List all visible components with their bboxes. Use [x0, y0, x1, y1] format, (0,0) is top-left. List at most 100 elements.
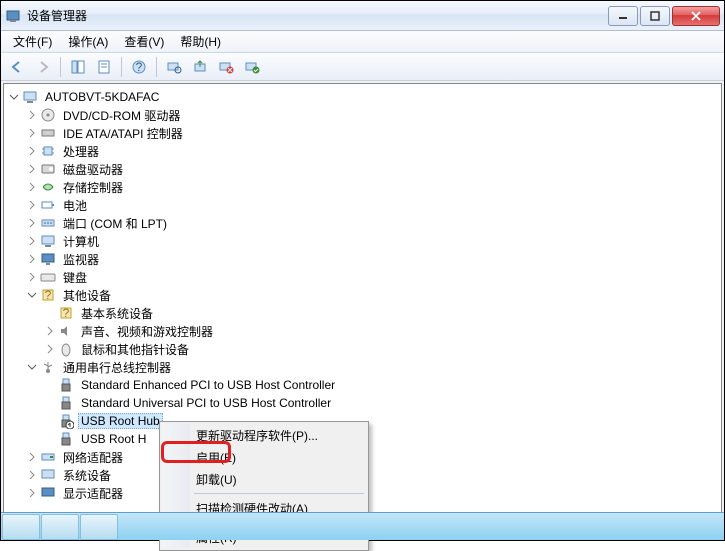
expander-icon[interactable] — [42, 377, 58, 393]
tree-row[interactable]: 通用串行总线控制器 — [6, 358, 719, 376]
svg-text:?: ? — [63, 306, 70, 320]
tree-label: 端口 (COM 和 LPT) — [60, 214, 170, 233]
menu-file[interactable]: 文件(F) — [5, 31, 60, 52]
svg-text:?: ? — [45, 288, 52, 302]
tree-label: IDE ATA/ATAPI 控制器 — [60, 124, 186, 143]
device-manager-window: 设备管理器 文件(F) 操作(A) 查看(V) 帮助(H) ? AUTOBVT-… — [0, 0, 725, 541]
expander-icon[interactable] — [24, 449, 40, 465]
minimize-button[interactable] — [608, 6, 638, 26]
expander-icon[interactable] — [24, 215, 40, 231]
tree-row[interactable]: 鼠标和其他指针设备 — [6, 340, 719, 358]
tree-label: 基本系统设备 — [78, 304, 156, 323]
tree-row[interactable]: 处理器 — [6, 142, 719, 160]
tree-row[interactable]: ? 其他设备 — [6, 286, 719, 304]
expander-icon[interactable] — [6, 89, 22, 105]
context-menu-item[interactable]: 卸载(U) — [162, 468, 366, 490]
tree-row[interactable]: 声音、视频和游戏控制器 — [6, 322, 719, 340]
tree-row[interactable]: 存储控制器 — [6, 178, 719, 196]
window-controls — [608, 6, 720, 26]
taskbar-item[interactable] — [41, 514, 79, 540]
device-icon — [40, 197, 56, 213]
back-button[interactable] — [5, 55, 29, 79]
close-button[interactable] — [672, 6, 720, 26]
tree-label: 显示适配器 — [60, 484, 126, 503]
device-icon — [40, 107, 56, 123]
uninstall-button[interactable] — [214, 55, 238, 79]
device-icon — [22, 89, 38, 105]
expander-icon[interactable] — [24, 197, 40, 213]
expander-icon[interactable] — [42, 341, 58, 357]
titlebar: 设备管理器 — [1, 1, 724, 31]
expander-icon[interactable] — [42, 413, 58, 429]
expander-icon[interactable] — [42, 323, 58, 339]
expander-icon[interactable] — [24, 161, 40, 177]
tree-row[interactable]: AUTOBVT-5KDAFAC — [6, 88, 719, 106]
device-icon — [40, 233, 56, 249]
context-menu-item[interactable]: 启用(E) — [162, 446, 366, 468]
help-button[interactable]: ? — [127, 55, 151, 79]
tree-label: Standard Enhanced PCI to USB Host Contro… — [78, 377, 338, 393]
expander-icon[interactable] — [24, 143, 40, 159]
expander-icon[interactable] — [42, 395, 58, 411]
device-icon — [40, 467, 56, 483]
tree-label: 磁盘驱动器 — [60, 160, 126, 179]
device-icon — [40, 485, 56, 501]
device-icon — [58, 341, 74, 357]
show-hide-tree-button[interactable] — [66, 55, 90, 79]
expander-icon[interactable] — [24, 125, 40, 141]
app-icon — [5, 8, 21, 24]
expander-icon[interactable] — [42, 431, 58, 447]
menu-action[interactable]: 操作(A) — [60, 31, 116, 52]
tree-row[interactable]: ? 基本系统设备 — [6, 304, 719, 322]
expander-icon[interactable] — [24, 467, 40, 483]
toolbar: ? — [1, 53, 724, 81]
toolbar-separator — [156, 57, 157, 77]
tree-row[interactable]: DVD/CD-ROM 驱动器 — [6, 106, 719, 124]
taskbar-item[interactable] — [80, 514, 118, 540]
toolbar-separator — [60, 57, 61, 77]
expander-icon[interactable] — [24, 269, 40, 285]
tree-row[interactable]: 磁盘驱动器 — [6, 160, 719, 178]
tree-label: 监视器 — [60, 250, 102, 269]
expander-icon[interactable] — [24, 233, 40, 249]
expander-icon[interactable] — [42, 305, 58, 321]
expander-icon[interactable] — [24, 179, 40, 195]
enable-button[interactable] — [240, 55, 264, 79]
tree-row[interactable]: Standard Enhanced PCI to USB Host Contro… — [6, 376, 719, 394]
tree-label: 网络适配器 — [60, 448, 126, 467]
menu-help[interactable]: 帮助(H) — [172, 31, 229, 52]
tree-label: 处理器 — [60, 142, 102, 161]
scan-hardware-button[interactable] — [162, 55, 186, 79]
properties-button[interactable] — [92, 55, 116, 79]
tree-row[interactable]: 端口 (COM 和 LPT) — [6, 214, 719, 232]
expander-icon[interactable] — [24, 359, 40, 375]
expander-icon[interactable] — [24, 107, 40, 123]
tree-label: 计算机 — [60, 232, 102, 251]
window-title: 设备管理器 — [27, 7, 608, 24]
tree-label: 声音、视频和游戏控制器 — [78, 322, 216, 341]
context-menu-item[interactable]: 更新驱动程序软件(P)... — [162, 424, 366, 446]
tree-row[interactable]: IDE ATA/ATAPI 控制器 — [6, 124, 719, 142]
update-driver-button[interactable] — [188, 55, 212, 79]
tree-row[interactable]: 电池 — [6, 196, 719, 214]
taskbar-item[interactable] — [2, 514, 40, 540]
tree-row[interactable]: 计算机 — [6, 232, 719, 250]
maximize-button[interactable] — [640, 6, 670, 26]
menu-view[interactable]: 查看(V) — [116, 31, 172, 52]
tree-label: 系统设备 — [60, 466, 114, 485]
tree-label: 其他设备 — [60, 286, 114, 305]
tree-label: USB Root Hub — [78, 413, 163, 429]
expander-icon[interactable] — [24, 485, 40, 501]
expander-icon[interactable] — [24, 287, 40, 303]
tree-label: 通用串行总线控制器 — [60, 358, 174, 377]
tree-row[interactable]: Standard Universal PCI to USB Host Contr… — [6, 394, 719, 412]
tree-row[interactable]: 键盘 — [6, 268, 719, 286]
forward-button[interactable] — [31, 55, 55, 79]
expander-icon[interactable] — [24, 251, 40, 267]
device-icon — [40, 179, 56, 195]
tree-label: Standard Universal PCI to USB Host Contr… — [78, 395, 334, 411]
tree-row[interactable]: 监视器 — [6, 250, 719, 268]
taskbar[interactable] — [1, 512, 724, 540]
tree-label: DVD/CD-ROM 驱动器 — [60, 106, 183, 125]
device-icon — [58, 431, 74, 447]
